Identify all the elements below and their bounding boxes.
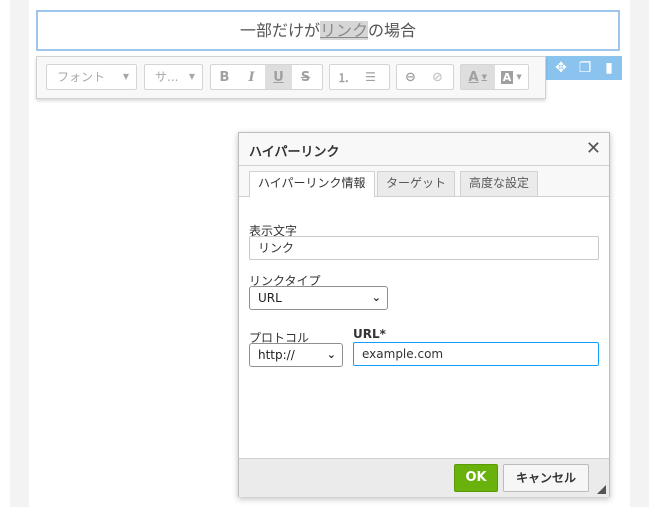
tab-advanced[interactable]: 高度な設定 xyxy=(460,171,539,196)
font-combo-label: フォント xyxy=(57,70,106,84)
dialog-title: ハイパーリンク xyxy=(249,145,340,160)
basic-styles-group: B I U S xyxy=(210,64,323,90)
link-group: ⊖ ⊘ xyxy=(396,64,454,90)
dialog-footer: OK キャンセル xyxy=(239,458,609,497)
tab-target[interactable]: ターゲット xyxy=(377,171,456,196)
chevron-down-icon: ▼ xyxy=(188,72,195,81)
unlink-icon: ⊘ xyxy=(432,69,443,85)
font-combo[interactable]: フォント ▼ xyxy=(46,64,137,90)
widget-actions-bar: ✥ ❐ ▮ xyxy=(546,56,622,80)
chevron-down-icon: ⌄ xyxy=(326,348,336,361)
bg-color-icon: A xyxy=(500,70,514,84)
inline-editable-heading[interactable]: 一部だけがリンクの場合 xyxy=(36,10,620,51)
link-button[interactable]: ⊖ xyxy=(397,65,424,89)
heading-link-text[interactable]: リンク xyxy=(319,21,368,40)
chevron-down-icon: ▼ xyxy=(122,72,129,81)
text-color-icon: A xyxy=(468,69,479,85)
link-type-value: URL xyxy=(258,291,282,305)
move-icon[interactable]: ✥ xyxy=(554,61,568,75)
close-icon[interactable]: ✕ xyxy=(586,138,601,159)
trash-icon[interactable]: ▮ xyxy=(602,61,616,75)
ok-button[interactable]: OK xyxy=(454,464,498,492)
underline-button[interactable]: U xyxy=(265,65,292,89)
page-margin-right xyxy=(630,0,649,507)
hyperlink-dialog: ハイパーリンク ✕ ハイパーリンク情報 ターゲット 高度な設定 表示文字 リンク… xyxy=(238,132,610,497)
unlink-button[interactable]: ⊘ xyxy=(424,65,451,89)
tab-link-info[interactable]: ハイパーリンク情報 xyxy=(249,171,375,197)
duplicate-icon[interactable]: ❐ xyxy=(578,61,592,75)
size-combo-label: サ... xyxy=(155,70,179,84)
dialog-tabs: ハイパーリンク情報 ターゲット 高度な設定 xyxy=(239,166,609,197)
text-color-button[interactable]: A ▼ xyxy=(461,65,495,89)
heading-text-before: 一部だけが xyxy=(239,21,320,40)
rich-text-toolbar: フォント ▼ サ... ▼ B I U S ⒈ ☰ ⊖ ⊘ A ▼ A ▼ xyxy=(36,56,546,99)
resize-grip-icon[interactable] xyxy=(597,485,606,494)
link-type-select[interactable]: URL ⌄ xyxy=(249,286,388,310)
page-margin-left xyxy=(10,0,29,507)
strikethrough-button[interactable]: S xyxy=(292,65,319,89)
chevron-down-icon: ⌄ xyxy=(371,291,381,304)
color-group: A ▼ A ▼ xyxy=(460,64,529,90)
url-label: URL* xyxy=(353,327,386,341)
bg-color-button[interactable]: A ▼ xyxy=(495,65,529,89)
list-group: ⒈ ☰ xyxy=(329,64,390,90)
display-text-input[interactable]: リンク xyxy=(249,236,599,260)
cancel-button[interactable]: キャンセル xyxy=(503,464,589,492)
link-icon: ⊖ xyxy=(405,69,416,85)
protocol-value: http:// xyxy=(258,348,295,362)
numbered-list-button[interactable]: ⒈ xyxy=(330,65,357,89)
heading-text-after: の場合 xyxy=(368,21,417,40)
numbered-list-icon: ⒈ xyxy=(337,70,350,85)
protocol-select[interactable]: http:// ⌄ xyxy=(249,343,343,367)
dialog-header[interactable]: ハイパーリンク ✕ xyxy=(239,133,609,166)
bulleted-list-button[interactable]: ☰ xyxy=(357,65,384,89)
bulleted-list-icon: ☰ xyxy=(365,70,376,84)
italic-button[interactable]: I xyxy=(238,65,265,89)
bold-button[interactable]: B xyxy=(211,65,238,89)
url-input[interactable]: example.com xyxy=(353,342,599,366)
size-combo[interactable]: サ... ▼ xyxy=(144,64,203,90)
